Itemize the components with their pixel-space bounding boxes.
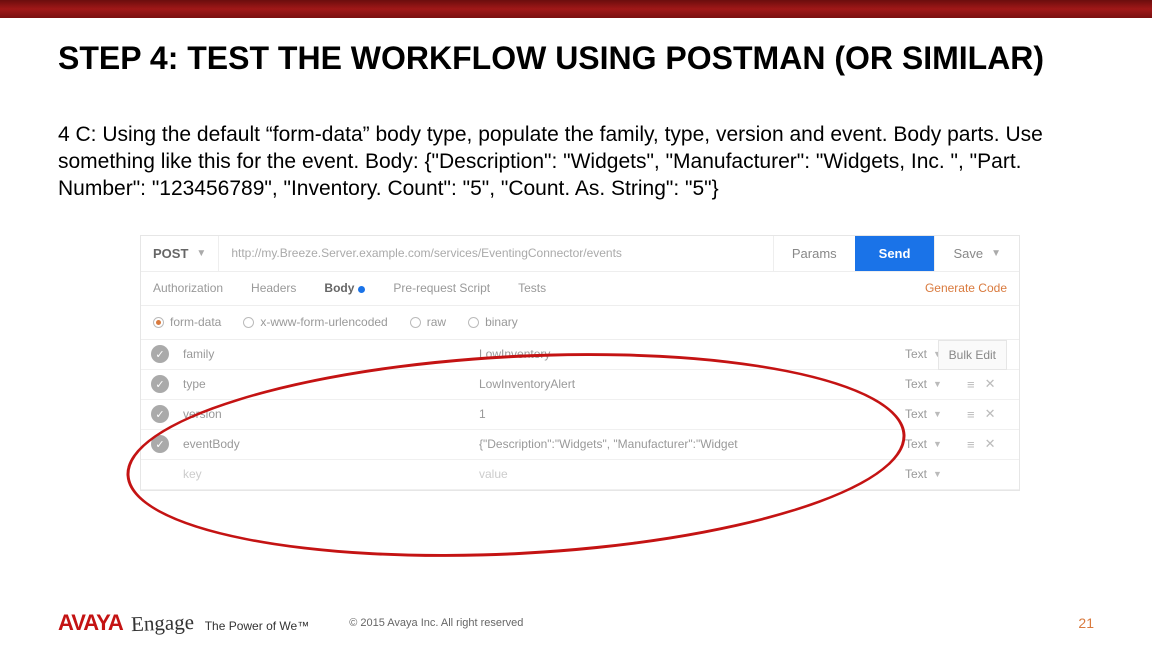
check-icon[interactable]: ✓ (151, 345, 169, 363)
key-cell[interactable]: key (179, 467, 479, 481)
send-button[interactable]: Send (855, 236, 935, 271)
value-cell[interactable]: LowInventory (479, 347, 905, 361)
method-label: POST (153, 246, 188, 261)
engage-logo: Engage (130, 610, 194, 637)
close-icon[interactable]: ✕ (985, 406, 996, 422)
generate-code-link[interactable]: Generate Code (925, 281, 1007, 295)
table-row: ✓ version 1 Text▼ ≡✕ (141, 400, 1019, 430)
drag-icon[interactable]: ≡ (967, 377, 975, 392)
value-cell[interactable]: 1 (479, 407, 905, 421)
radio-icon (153, 317, 164, 328)
tab-headers[interactable]: Headers (251, 281, 296, 295)
postman-screenshot: POST ▼ http://my.Breeze.Server.example.c… (140, 235, 1020, 491)
radio-form-data[interactable]: form-data (153, 315, 221, 329)
row-actions: ≡✕ (967, 436, 1011, 452)
radio-label: binary (485, 315, 518, 329)
drag-icon[interactable]: ≡ (967, 437, 975, 452)
form-data-grid: ✓ family LowInventory Text▼ ≡✕ Bulk Edit… (141, 340, 1019, 490)
header-bar (0, 0, 1152, 18)
value-cell[interactable]: {"Description":"Widgets", "Manufacturer"… (479, 437, 905, 451)
chevron-down-icon: ▼ (933, 409, 942, 419)
tab-body-label: Body (324, 281, 354, 295)
tab-prerequest[interactable]: Pre-request Script (393, 281, 490, 295)
value-cell[interactable]: LowInventoryAlert (479, 377, 905, 391)
close-icon[interactable]: ✕ (985, 436, 996, 452)
type-selector[interactable]: Text ▼ (905, 407, 967, 421)
type-selector[interactable]: Text ▼ (905, 437, 967, 451)
request-bar: POST ▼ http://my.Breeze.Server.example.c… (141, 236, 1019, 272)
key-cell[interactable]: family (179, 347, 479, 361)
url-input[interactable]: http://my.Breeze.Server.example.com/serv… (219, 236, 773, 271)
close-icon[interactable]: ✕ (985, 376, 996, 392)
chevron-down-icon: ▼ (933, 379, 942, 389)
save-label: Save (953, 246, 983, 261)
send-label: Send (879, 246, 911, 261)
bulk-edit-button[interactable]: Bulk Edit (938, 340, 1007, 370)
url-text: http://my.Breeze.Server.example.com/serv… (231, 246, 622, 260)
type-label: Text (905, 407, 927, 421)
tab-authorization[interactable]: Authorization (153, 281, 223, 295)
chevron-down-icon: ▼ (196, 248, 206, 259)
radio-binary[interactable]: binary (468, 315, 518, 329)
value-cell[interactable]: value (479, 467, 905, 481)
type-label: Text (905, 377, 927, 391)
chevron-down-icon: ▼ (933, 469, 942, 479)
table-row: ✓ type LowInventoryAlert Text▼ ≡✕ (141, 370, 1019, 400)
radio-icon (468, 317, 479, 328)
table-row: ✓ family LowInventory Text▼ ≡✕ Bulk Edit (141, 340, 1019, 370)
radio-icon (243, 317, 254, 328)
check-icon[interactable]: ✓ (151, 405, 169, 423)
body-type-selector: form-data x-www-form-urlencoded raw bina… (141, 306, 1019, 340)
active-dot-icon (358, 286, 365, 293)
params-label: Params (792, 246, 837, 261)
chevron-down-icon: ▼ (991, 248, 1001, 259)
slide-content: STEP 4: TEST THE WORKFLOW USING POSTMAN … (0, 18, 1152, 491)
type-label: Text (905, 347, 927, 361)
request-tabs: Authorization Headers Body Pre-request S… (141, 272, 1019, 306)
radio-label: x-www-form-urlencoded (260, 315, 387, 329)
check-icon[interactable]: ✓ (151, 435, 169, 453)
chevron-down-icon: ▼ (933, 439, 942, 449)
type-selector[interactable]: Text ▼ (905, 467, 967, 481)
type-selector[interactable]: Text ▼ (905, 377, 967, 391)
copyright: © 2015 Avaya Inc. All right reserved (349, 617, 523, 629)
method-selector[interactable]: POST ▼ (141, 236, 219, 271)
tab-tests[interactable]: Tests (518, 281, 546, 295)
row-actions: ≡✕ (967, 376, 1011, 392)
params-button[interactable]: Params (773, 236, 855, 271)
key-cell[interactable]: version (179, 407, 479, 421)
type-label: Text (905, 467, 927, 481)
logos: AVAYA Engage The Power of We™ (58, 610, 309, 636)
check-placeholder (151, 465, 169, 483)
page-number: 21 (1078, 615, 1094, 631)
table-row: ✓ eventBody {"Description":"Widgets", "M… (141, 430, 1019, 460)
power-tagline: The Power of We™ (205, 619, 309, 633)
avaya-logo: AVAYA (58, 610, 123, 636)
key-cell[interactable]: eventBody (179, 437, 479, 451)
slide-instruction: 4 C: Using the default “form-data” body … (58, 121, 1102, 203)
save-button[interactable]: Save ▼ (934, 236, 1019, 271)
table-row-empty: key value Text ▼ (141, 460, 1019, 490)
radio-raw[interactable]: raw (410, 315, 446, 329)
type-label: Text (905, 437, 927, 451)
tab-body[interactable]: Body (324, 281, 365, 295)
footer: AVAYA Engage The Power of We™ © 2015 Ava… (0, 610, 1152, 636)
radio-label: form-data (170, 315, 221, 329)
drag-icon[interactable]: ≡ (967, 407, 975, 422)
slide-title: STEP 4: TEST THE WORKFLOW USING POSTMAN … (58, 40, 1102, 77)
radio-label: raw (427, 315, 446, 329)
radio-urlencoded[interactable]: x-www-form-urlencoded (243, 315, 387, 329)
check-icon[interactable]: ✓ (151, 375, 169, 393)
row-actions: ≡✕ (967, 406, 1011, 422)
key-cell[interactable]: type (179, 377, 479, 391)
radio-icon (410, 317, 421, 328)
